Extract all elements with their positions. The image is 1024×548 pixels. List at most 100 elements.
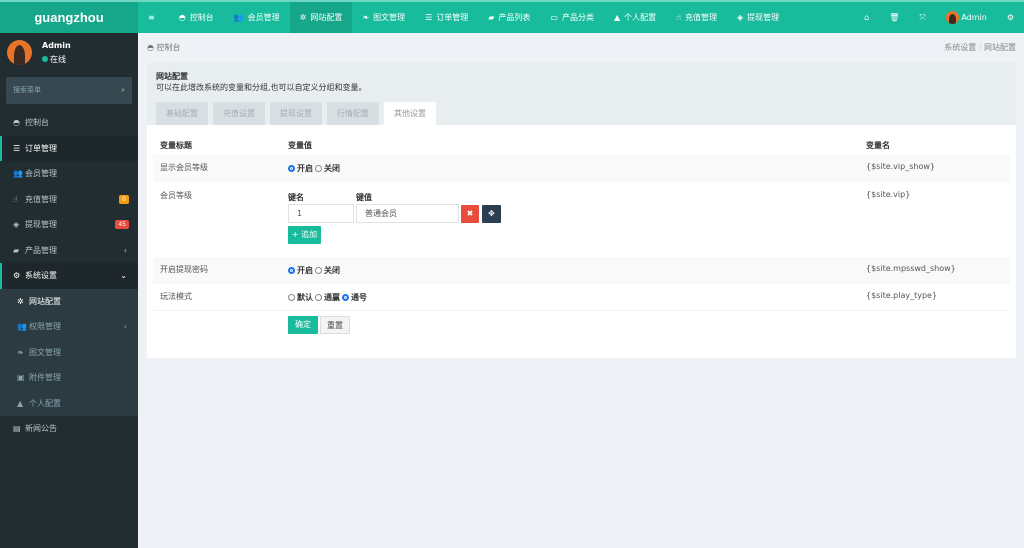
topnav-item-1[interactable]: ◓ 控制台	[169, 2, 224, 33]
search-icon[interactable]: ⌕	[121, 77, 125, 104]
sidebar-item[interactable]: ◓ 控制台	[0, 110, 138, 136]
submenu: ✲ 网站配置 👥 权限管理 ‹ ❧ 图文管理 ▣ 附件管理 ▲ 个人配置	[0, 288, 138, 417]
sidebar-item[interactable]: ▤ 新闻公告	[0, 416, 138, 442]
radio[interactable]	[315, 165, 322, 172]
breadcrumb: 系统设置 / 网站配置	[944, 43, 1016, 52]
tab[interactable]: 充值设置	[213, 102, 265, 125]
top-nav: ≡ ◓ 控制台 👥 会员管理 ✲ 网站配置 ❧ 图文管理 ☰ 订单管理 ▰ 产品列表 ▭ 产品分类 ▲ 个人配置…	[138, 2, 789, 33]
panel-header: 网站配置 可以在此增改系统的变量和分组,也可以自定义分组和变量。 基础配置 充值设…	[147, 63, 1016, 125]
panel-title: 网站配置	[156, 72, 188, 81]
plus-icon: +	[291, 230, 299, 239]
sidebar-item[interactable]: ◈ 提现管理 45	[0, 212, 138, 238]
drag-handle[interactable]: ✥	[482, 205, 501, 223]
reset-button[interactable]: 重置	[320, 316, 350, 334]
chevron-icon: ‹	[123, 322, 127, 331]
hand-icon: ☝	[676, 13, 681, 22]
home-icon[interactable]: ⌂	[854, 13, 879, 22]
user-icon: ▲	[613, 13, 621, 22]
dashboard-icon: ◓	[178, 13, 186, 22]
search-menu-input[interactable]: 搜索菜单 ⌕	[6, 77, 132, 104]
sidebar-menu: ◓ 控制台 ☰ 订单管理 👥 会员管理 ☝ 充值管理 0 ◈ 提现管理 45 ▰ 产品管理 ‹ ⚙ 系统设置 ⌄ ✲…	[0, 110, 138, 442]
table-row: 开启提现密码 开启 关闭 {$site.mpsswd_show}	[153, 257, 1010, 284]
sidebar-item[interactable]: ✲ 网站配置	[0, 289, 138, 315]
top-right: ⌂ 🗑 ⤧ Admin ⚙	[854, 2, 1024, 33]
radio[interactable]	[315, 267, 322, 274]
leaf-icon: ❧	[362, 13, 370, 22]
move-icon: ✥	[488, 209, 495, 218]
topnav-item-0[interactable]: ≡	[138, 2, 169, 33]
topnav-item-4[interactable]: ❧ 图文管理	[352, 2, 415, 33]
sidebar-item[interactable]: 👥 权限管理 ‹	[0, 314, 138, 340]
logo[interactable]: guangzhou	[0, 2, 138, 33]
topnav-item-3[interactable]: ✲ 网站配置	[289, 2, 353, 33]
dashboard-icon: ◓	[147, 43, 154, 52]
append-button[interactable]: + 追加	[288, 226, 321, 244]
menu-icon: ≡	[148, 13, 155, 22]
users-icon: 👥	[13, 169, 23, 178]
remove-button[interactable]: ✖	[461, 205, 479, 223]
tab[interactable]: 提现设置	[270, 102, 322, 125]
list-icon: ☰	[425, 13, 433, 22]
sidebar: Admin 在线 搜索菜单 ⌕ ◓ 控制台 ☰ 订单管理 👥 会员管理 ☝ 充值管理 0 ◈ 提现管理…	[0, 33, 138, 548]
gears-icon[interactable]: ⚙	[997, 13, 1024, 22]
radio[interactable]	[288, 267, 295, 274]
chevron-icon: ⌄	[120, 271, 127, 280]
newspaper-icon: ▤	[13, 424, 21, 433]
sidebar-item[interactable]: ⚙ 系统设置 ⌄	[0, 263, 138, 289]
chevron-icon: ‹	[123, 245, 127, 255]
topnav-item-5[interactable]: ☰ 订单管理	[415, 2, 478, 33]
count-badge: 0	[119, 194, 129, 204]
topnav-item-2[interactable]: 👥 会员管理	[224, 2, 290, 33]
panel-desc: 可以在此增改系统的变量和分组,也可以自定义分组和变量。	[156, 83, 367, 92]
radio[interactable]	[288, 165, 295, 172]
users-icon: 👥	[17, 322, 27, 331]
radio[interactable]	[315, 294, 322, 301]
config-panel: 网站配置 可以在此增改系统的变量和分组,也可以自定义分组和变量。 基础配置 充值设…	[147, 63, 1016, 358]
online-dot-icon	[42, 56, 48, 62]
sidebar-item[interactable]: ▣ 附件管理	[0, 365, 138, 391]
count-badge: 45	[115, 220, 129, 229]
card-icon: ▭	[550, 13, 558, 22]
table-row: 玩法模式 默认 通赢 通号 {$site.play_type}	[153, 284, 1010, 311]
value-input[interactable]: 普通会员	[356, 204, 459, 223]
sidebar-item[interactable]: ▰ 产品管理 ‹	[0, 238, 138, 264]
gear-icon: ✲	[17, 296, 24, 306]
key-input[interactable]: 1	[288, 204, 354, 223]
leaf-icon: ❧	[17, 347, 24, 357]
col-value: 变量值	[288, 141, 312, 150]
table-row: 会员等级 键名 键值 1 普通会员 ✖ ✥ + 追加 {$site.vip}	[153, 183, 1010, 256]
tab[interactable]: 基础配置	[156, 102, 208, 125]
user-status: 在线	[42, 54, 66, 65]
topnav-item-6[interactable]: ▰ 产品列表	[478, 2, 540, 33]
trash-icon[interactable]: 🗑	[879, 13, 909, 22]
tag-icon: ◈	[13, 220, 20, 229]
sidebar-item[interactable]: ❧ 图文管理	[0, 340, 138, 366]
col-title: 变量标题	[160, 141, 192, 150]
topnav-item-9[interactable]: ☝ 充值管理	[666, 2, 727, 33]
sidebar-item[interactable]: ☝ 充值管理 0	[0, 187, 138, 213]
avatar	[7, 40, 32, 65]
sidebar-item[interactable]: 👥 会员管理	[0, 161, 138, 187]
shopping-bag-icon: ▰	[488, 13, 495, 22]
topnav-item-7[interactable]: ▭ 产品分类	[540, 2, 604, 33]
sidebar-item[interactable]: ▲ 个人配置	[0, 391, 138, 417]
tab[interactable]: 其他设置	[384, 102, 436, 125]
radio[interactable]	[288, 294, 295, 301]
sidebar-item[interactable]: ☰ 订单管理	[0, 135, 138, 161]
dashboard-icon: ◓	[13, 118, 20, 127]
file-image-icon: ▣	[17, 373, 25, 382]
key-label: 键名	[288, 193, 304, 202]
breadcrumb-home[interactable]: ◓ 控制台	[147, 42, 181, 53]
close-icon: ✖	[466, 209, 474, 218]
tab[interactable]: 行情配置	[327, 102, 379, 125]
user-menu[interactable]: Admin	[936, 11, 997, 24]
topnav-item-8[interactable]: ▲ 个人配置	[604, 2, 666, 33]
list-icon: ☰	[13, 143, 21, 153]
topnav-item-10[interactable]: ◈ 提现管理	[727, 2, 789, 33]
top-navbar: guangzhou ≡ ◓ 控制台 👥 会员管理 ✲ 网站配置 ❧ 图文管理 ☰ 订单管理 ▰ 产品列表…	[0, 0, 1024, 33]
user-icon: ▲	[17, 398, 24, 408]
tabs: 基础配置 充值设置 提现设置 行情配置 其他设置	[156, 102, 436, 125]
radio[interactable]	[342, 294, 349, 301]
submit-button[interactable]: 确定	[288, 316, 318, 334]
fullscreen-icon[interactable]: ⤧	[909, 13, 935, 23]
